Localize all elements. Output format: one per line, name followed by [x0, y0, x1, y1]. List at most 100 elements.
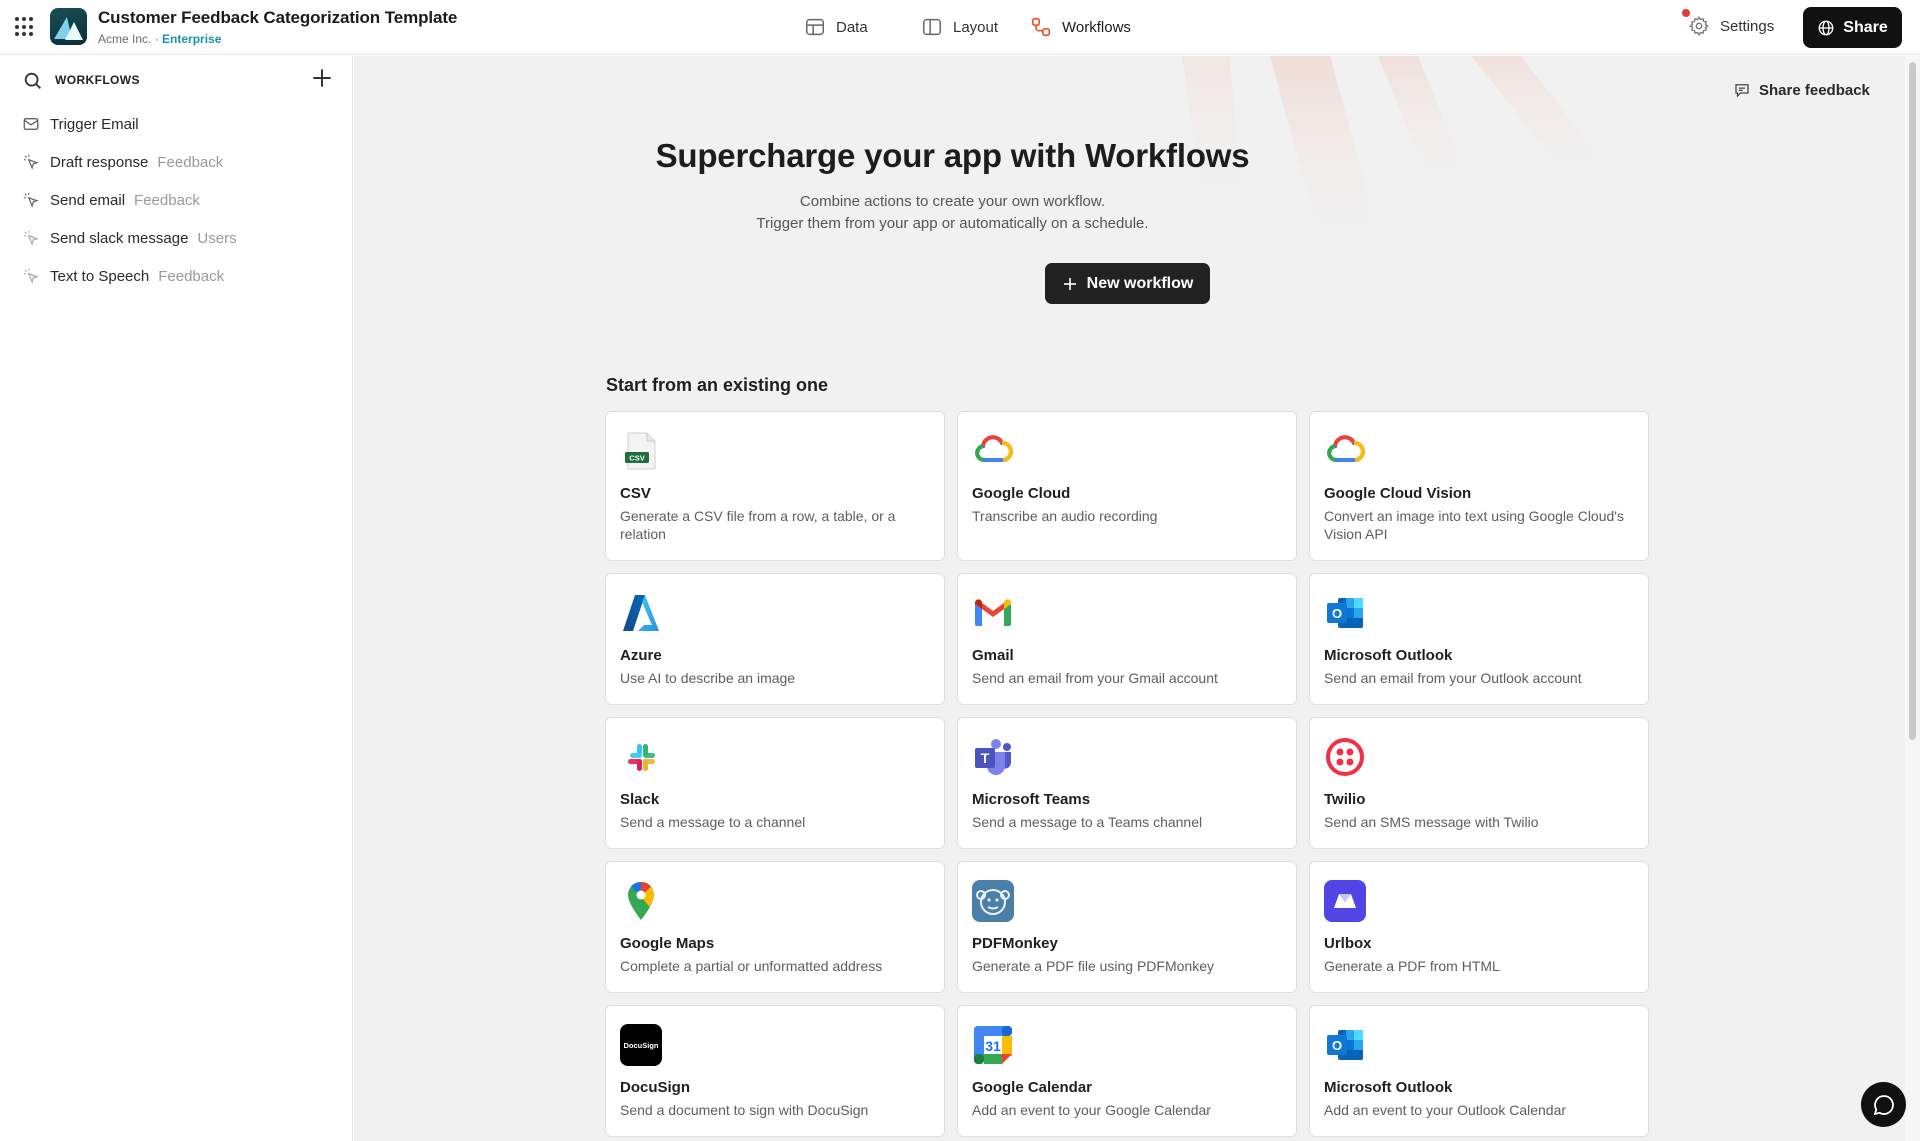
svg-text:O: O — [1332, 606, 1342, 621]
share-label: Share — [1843, 18, 1888, 36]
csv-file-icon: CSV — [620, 430, 662, 472]
template-card-google-calendar[interactable]: 31 Google Calendar Add an event to your … — [957, 1005, 1297, 1137]
card-title: Gmail — [972, 647, 1014, 664]
card-title: DocuSign — [620, 1079, 690, 1096]
sidebar-heading: WORKFLOWS — [55, 73, 140, 87]
workflows-icon — [1031, 17, 1051, 37]
tab-workflows-label: Workflows — [1062, 18, 1131, 36]
google-cloud-vision-icon — [1324, 430, 1366, 472]
card-title: PDFMonkey — [972, 935, 1058, 952]
template-card-twilio[interactable]: Twilio Send an SMS message with Twilio — [1309, 717, 1649, 849]
slack-icon — [620, 736, 662, 778]
outlook-icon: O — [1324, 592, 1366, 634]
google-maps-icon — [620, 880, 662, 922]
template-card-azure[interactable]: Azure Use AI to describe an image — [605, 573, 945, 705]
template-card-microsoft-teams[interactable]: T Microsoft Teams Send a message to a Te… — [957, 717, 1297, 849]
tab-layout[interactable]: Layout — [921, 13, 998, 41]
svg-text:O: O — [1332, 1038, 1342, 1053]
new-workflow-label: New workflow — [1086, 274, 1194, 292]
card-description: Generate a PDF from HTML — [1324, 958, 1500, 974]
card-description: Use AI to describe an image — [620, 670, 796, 686]
card-description: Send an email from your Gmail account — [972, 670, 1218, 686]
card-description: Send an email from your Outlook account — [1324, 670, 1582, 686]
tab-workflows[interactable]: Workflows — [1030, 13, 1131, 41]
tab-data-label: Data — [836, 18, 868, 36]
pdfmonkey-icon — [972, 880, 1014, 922]
google-cloud-icon — [972, 430, 1014, 472]
template-card-google-cloud-vision[interactable]: Google Cloud Vision Convert an image int… — [1309, 411, 1649, 561]
tab-layout-label: Layout — [953, 18, 999, 36]
template-card-google-maps[interactable]: Google Maps Complete a partial or unform… — [605, 861, 945, 993]
notification-dot — [1682, 9, 1690, 17]
table-icon — [806, 18, 824, 36]
search-icon[interactable] — [22, 70, 44, 92]
hero-title: Supercharge your app with Workflows — [655, 137, 1250, 174]
card-description: Send a document to sign with DocuSign — [620, 1102, 869, 1118]
template-card-pdfmonkey[interactable]: PDFMonkey Generate a PDF file using PDFM… — [957, 861, 1297, 993]
org-name: Acme Inc. — [98, 32, 152, 46]
card-description: Send an SMS message with Twilio — [1324, 814, 1539, 830]
separator: · — [154, 32, 159, 46]
docusign-icon: DocuSign — [620, 1024, 662, 1066]
scrollbar-thumb[interactable] — [1909, 62, 1916, 740]
template-card-google-cloud[interactable]: Google Cloud Transcribe an audio recordi… — [957, 411, 1297, 561]
template-card-gmail[interactable]: Gmail Send an email from your Gmail acco… — [957, 573, 1297, 705]
template-card-microsoft-outlook[interactable]: O Microsoft Outlook Send an email from y… — [1309, 573, 1649, 705]
card-title: Microsoft Outlook — [1324, 1079, 1453, 1096]
card-title: Twilio — [1324, 791, 1366, 808]
teams-icon: T — [972, 736, 1014, 778]
card-title: Google Cloud — [972, 485, 1071, 502]
sidebar-item-text-to-speech[interactable]: Text to Speech Feedback — [0, 257, 353, 295]
tab-data[interactable]: Data — [804, 13, 868, 41]
globe-icon — [1818, 20, 1834, 35]
app-grid-icon[interactable] — [15, 17, 35, 37]
settings-button[interactable]: Settings — [1682, 9, 1775, 37]
card-description: Transcribe an audio recording — [972, 508, 1158, 524]
new-workflow-button[interactable]: New workflow — [1045, 263, 1210, 304]
scrollbar[interactable] — [1905, 56, 1920, 1141]
sidebar-item-tag: Users — [197, 229, 237, 247]
plus-icon — [1063, 277, 1076, 290]
svg-text:DocuSign: DocuSign — [624, 1041, 659, 1050]
top-bar: Customer Feedback Categorization Templat… — [0, 0, 1920, 55]
card-title: Microsoft Outlook — [1324, 647, 1453, 664]
card-description: Generate a PDF file using PDFMonkey — [972, 958, 1214, 974]
template-card-docusign[interactable]: DocuSign DocuSign Send a document to sig… — [605, 1005, 945, 1137]
chat-support-button[interactable] — [1861, 1082, 1906, 1127]
comment-icon — [1735, 84, 1749, 98]
card-description: Generate a CSV file from a row, a table,… — [620, 508, 896, 542]
azure-icon — [620, 592, 662, 634]
card-title: Microsoft Teams — [972, 791, 1091, 808]
hero-description-line1: Combine actions to create your own workf… — [799, 193, 1106, 210]
template-card-urlbox[interactable]: Urlbox Generate a PDF from HTML — [1309, 861, 1649, 993]
settings-label: Settings — [1720, 17, 1775, 35]
sidebar-item-label: Send slack message — [50, 229, 189, 247]
template-card-microsoft-outlook-calendar[interactable]: O Microsoft Outlook Add an event to your… — [1309, 1005, 1649, 1137]
app-title[interactable]: Customer Feedback Categorization Templat… — [98, 8, 457, 28]
share-feedback-button[interactable]: Share feedback — [1733, 81, 1870, 99]
card-title: Slack — [620, 791, 660, 808]
share-feedback-label: Share feedback — [1759, 81, 1870, 99]
gear-icon — [1689, 16, 1709, 36]
plan-badge: Enterprise — [162, 32, 222, 46]
svg-text:31: 31 — [985, 1038, 1001, 1054]
card-description: Add an event to your Outlook Calendar — [1324, 1102, 1567, 1118]
card-title: Azure — [620, 647, 662, 664]
card-description: Send a message to a Teams channel — [972, 814, 1203, 830]
sidebar-item-label: Text to Speech — [50, 267, 150, 285]
gmail-icon — [972, 592, 1014, 634]
card-description: Complete a partial or unformatted addres… — [620, 958, 883, 974]
card-title: Google Calendar — [972, 1079, 1093, 1096]
card-title: Google Cloud Vision — [1324, 485, 1472, 502]
template-card-csv[interactable]: CSV CSV Generate a CSV file from a row, … — [605, 411, 945, 561]
layout-icon — [923, 18, 941, 36]
share-button[interactable]: Share — [1803, 7, 1902, 48]
card-title: Google Maps — [620, 935, 715, 952]
twilio-icon — [1324, 736, 1366, 778]
card-title: CSV — [620, 485, 651, 502]
app-logo[interactable] — [50, 8, 87, 45]
svg-text:T: T — [981, 750, 990, 766]
add-workflow-icon[interactable] — [309, 65, 335, 91]
urlbox-icon — [1324, 880, 1366, 922]
template-card-slack[interactable]: Slack Send a message to a channel — [605, 717, 945, 849]
